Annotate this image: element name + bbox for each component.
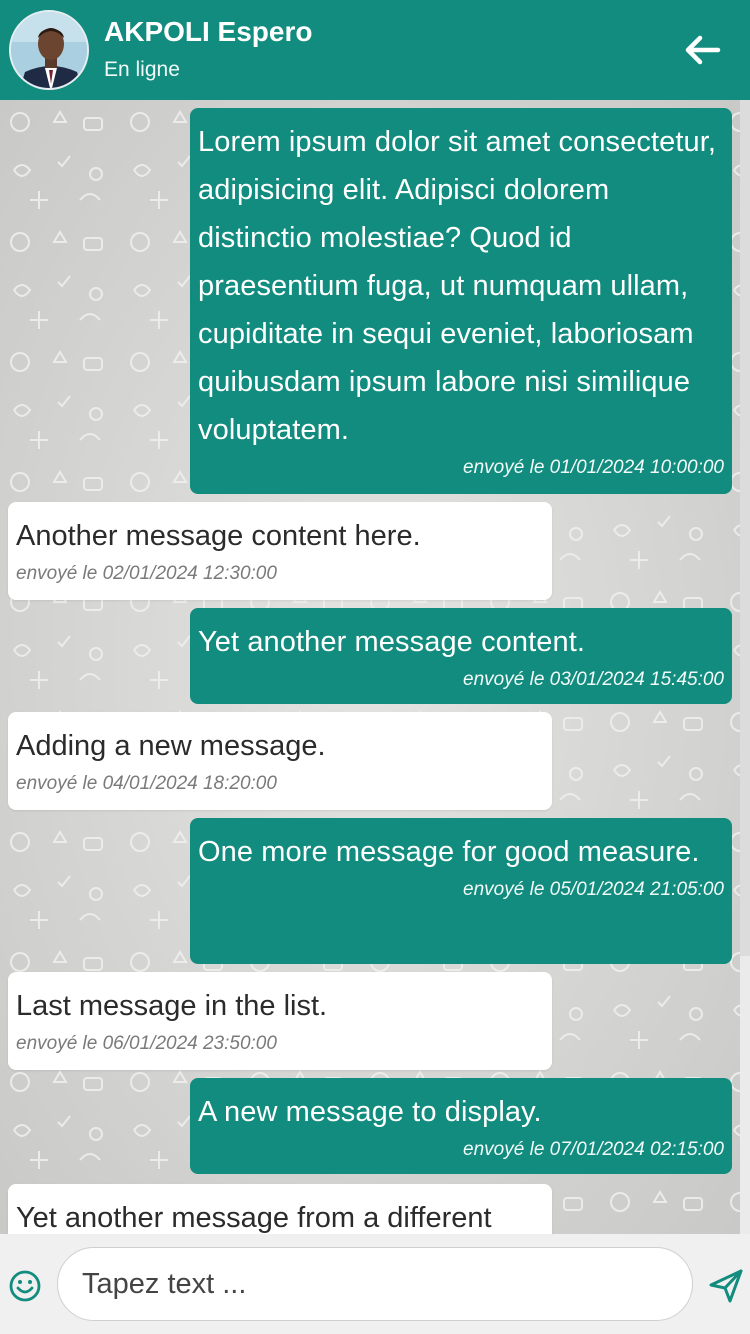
message-bubble-sent[interactable]: Lorem ipsum dolor sit amet consectetur, … xyxy=(190,108,732,494)
contact-status: En ligne xyxy=(104,58,180,81)
message-composer xyxy=(0,1234,750,1334)
avatar-photo xyxy=(11,12,87,88)
message-bubble-received[interactable]: Adding a new message. envoyé le 04/01/20… xyxy=(8,712,552,810)
emoji-button[interactable] xyxy=(8,1269,42,1303)
chat-header: AKPOLI Espero En ligne xyxy=(0,0,750,100)
scrollbar-track-lower xyxy=(740,956,750,1234)
message-timestamp: envoyé le 06/01/2024 23:50:00 xyxy=(16,1033,277,1054)
scrollbar-track[interactable] xyxy=(740,100,750,956)
message-text: Last message in the list. xyxy=(16,990,328,1022)
message-text: Another message content here. xyxy=(16,520,421,552)
send-icon xyxy=(709,1269,743,1303)
message-text: Lorem ipsum dolor sit amet consectetur, … xyxy=(198,126,717,446)
message-timestamp: envoyé le 07/01/2024 02:15:00 xyxy=(463,1139,724,1160)
message-text: Yet another message content. xyxy=(198,626,586,658)
message-bubble-sent[interactable]: Yet another message content. envoyé le 0… xyxy=(190,608,732,704)
arrow-left-icon xyxy=(685,35,721,65)
message-input[interactable] xyxy=(57,1247,693,1321)
message-text: A new message to display. xyxy=(198,1096,542,1128)
avatar[interactable] xyxy=(9,10,89,90)
message-bubble-sent[interactable]: One more message for good measure. envoy… xyxy=(190,818,732,964)
chat-messages-area[interactable]: Lorem ipsum dolor sit amet consectetur, … xyxy=(0,100,740,1234)
message-text: Yet another message from a different xyxy=(16,1202,492,1234)
message-timestamp: envoyé le 01/01/2024 10:00:00 xyxy=(463,457,724,478)
message-timestamp: envoyé le 05/01/2024 21:05:00 xyxy=(463,879,724,900)
message-text: One more message for good measure. xyxy=(198,836,700,868)
message-bubble-sent[interactable]: A new message to display. envoyé le 07/0… xyxy=(190,1078,732,1174)
message-bubble-received[interactable]: Last message in the list. envoyé le 06/0… xyxy=(8,972,552,1070)
contact-name: AKPOLI Espero xyxy=(104,16,313,47)
message-bubble-received[interactable]: Yet another message from a different xyxy=(8,1184,552,1234)
send-button[interactable] xyxy=(708,1268,744,1304)
message-bubble-received[interactable]: Another message content here. envoyé le … xyxy=(8,502,552,600)
message-text: Adding a new message. xyxy=(16,730,326,762)
message-timestamp: envoyé le 04/01/2024 18:20:00 xyxy=(16,773,277,794)
smiley-icon xyxy=(9,1270,41,1302)
message-timestamp: envoyé le 02/01/2024 12:30:00 xyxy=(16,563,277,584)
back-button[interactable] xyxy=(680,30,724,70)
message-timestamp: envoyé le 03/01/2024 15:45:00 xyxy=(463,669,724,690)
